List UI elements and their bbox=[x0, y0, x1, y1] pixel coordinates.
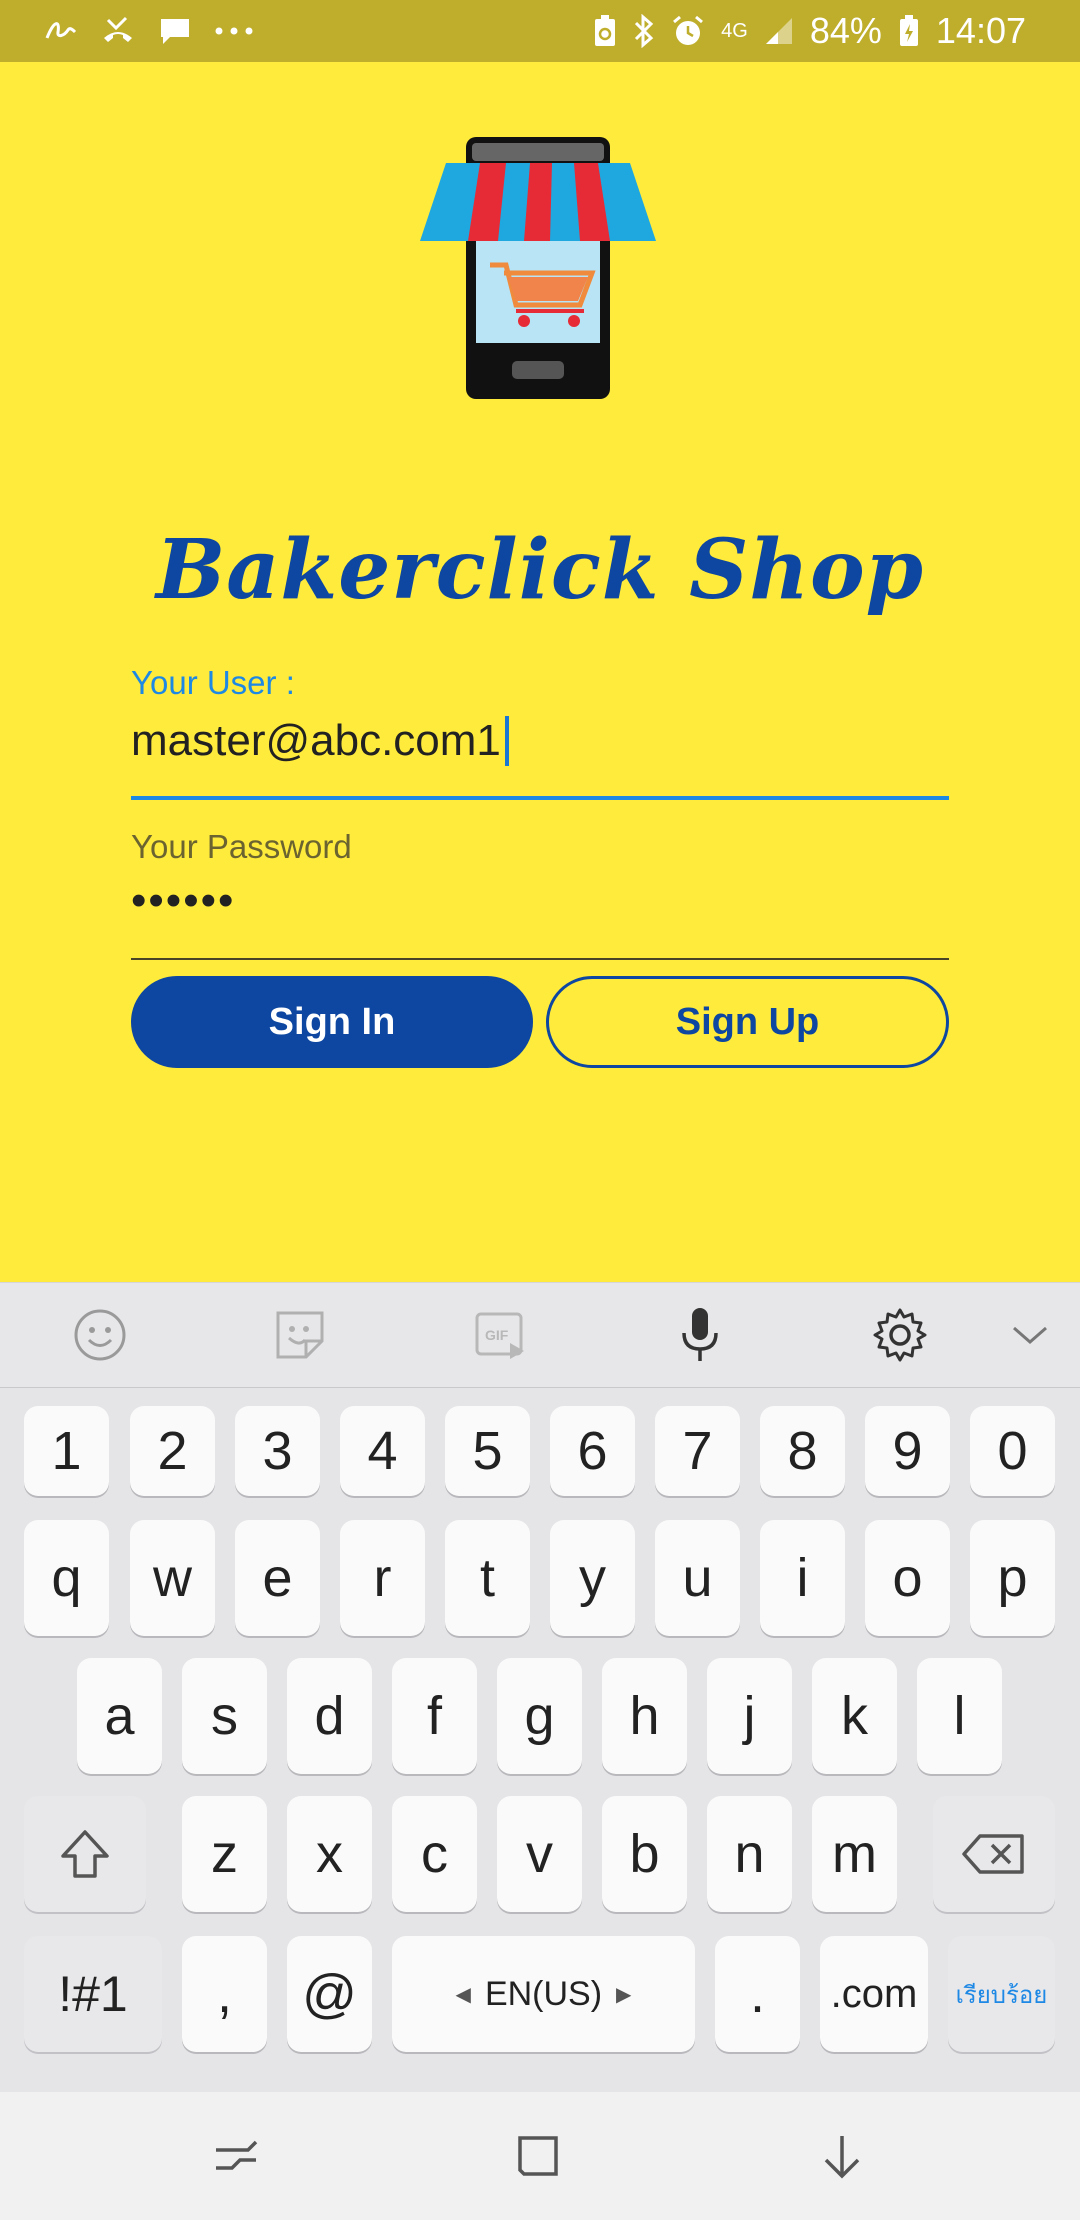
key-z[interactable]: z bbox=[182, 1796, 267, 1912]
key-i[interactable]: i bbox=[760, 1520, 845, 1636]
key-w[interactable]: w bbox=[130, 1520, 215, 1636]
key-k[interactable]: k bbox=[812, 1658, 897, 1774]
shift-key[interactable] bbox=[24, 1796, 146, 1912]
user-underline bbox=[131, 796, 949, 800]
key-p[interactable]: p bbox=[970, 1520, 1055, 1636]
period-key[interactable]: . bbox=[715, 1936, 800, 2052]
app-title: Bakerclick Shop bbox=[155, 522, 924, 618]
key-1[interactable]: 1 bbox=[24, 1406, 109, 1496]
emoji-icon[interactable] bbox=[70, 1305, 130, 1365]
comma-key[interactable]: , bbox=[182, 1936, 267, 2052]
key-2[interactable]: 2 bbox=[130, 1406, 215, 1496]
password-underline bbox=[131, 958, 949, 960]
key-q[interactable]: q bbox=[24, 1520, 109, 1636]
key-v[interactable]: v bbox=[497, 1796, 582, 1912]
recycle-battery-icon bbox=[593, 14, 617, 48]
language-left-icon: ◀ bbox=[455, 1983, 471, 2006]
symbols-key[interactable]: !#1 bbox=[24, 1936, 162, 2052]
sign-in-button[interactable]: Sign In bbox=[131, 976, 533, 1068]
at-key[interactable]: @ bbox=[287, 1936, 372, 2052]
microphone-icon[interactable] bbox=[670, 1305, 730, 1365]
message-icon bbox=[158, 16, 192, 46]
clock: 14:07 bbox=[935, 10, 1026, 51]
dotcom-key[interactable]: .com bbox=[820, 1936, 928, 2052]
key-l[interactable]: l bbox=[917, 1658, 1002, 1774]
back-icon[interactable] bbox=[812, 2126, 872, 2186]
key-f[interactable]: f bbox=[392, 1658, 477, 1774]
home-icon[interactable] bbox=[508, 2126, 568, 2186]
key-7[interactable]: 7 bbox=[655, 1406, 740, 1496]
text-cursor bbox=[504, 716, 509, 766]
language-right-icon: ▶ bbox=[616, 1983, 632, 2006]
key-x[interactable]: x bbox=[287, 1796, 372, 1912]
alarm-icon bbox=[671, 14, 705, 48]
done-key[interactable]: เรียบร้อย bbox=[948, 1936, 1055, 2052]
key-e[interactable]: e bbox=[235, 1520, 320, 1636]
more-icon bbox=[214, 26, 254, 36]
password-input[interactable]: •••••• bbox=[131, 876, 949, 926]
user-input[interactable]: master@abc.com1 bbox=[131, 716, 949, 766]
svg-text:GIF: GIF bbox=[485, 1327, 509, 1343]
backspace-icon bbox=[962, 1834, 1024, 1874]
keyboard-toolbar: GIF bbox=[0, 1282, 1080, 1389]
key-d[interactable]: d bbox=[287, 1658, 372, 1774]
backspace-key[interactable] bbox=[933, 1796, 1055, 1912]
key-n[interactable]: n bbox=[707, 1796, 792, 1912]
key-t[interactable]: t bbox=[445, 1520, 530, 1636]
recent-apps-icon[interactable] bbox=[206, 2126, 266, 2186]
key-5[interactable]: 5 bbox=[445, 1406, 530, 1496]
key-6[interactable]: 6 bbox=[550, 1406, 635, 1496]
shop-logo bbox=[420, 137, 656, 407]
password-input-value: •••••• bbox=[131, 876, 236, 925]
user-label: Your User : bbox=[131, 664, 295, 701]
key-r[interactable]: r bbox=[340, 1520, 425, 1636]
sign-up-button[interactable]: Sign Up bbox=[546, 976, 949, 1068]
key-3[interactable]: 3 bbox=[235, 1406, 320, 1496]
bluetooth-icon bbox=[633, 14, 655, 48]
key-8[interactable]: 8 bbox=[760, 1406, 845, 1496]
sticker-icon[interactable] bbox=[270, 1305, 330, 1365]
key-m[interactable]: m bbox=[812, 1796, 897, 1912]
key-9[interactable]: 9 bbox=[865, 1406, 950, 1496]
key-h[interactable]: h bbox=[602, 1658, 687, 1774]
key-y[interactable]: y bbox=[550, 1520, 635, 1636]
key-u[interactable]: u bbox=[655, 1520, 740, 1636]
key-o[interactable]: o bbox=[865, 1520, 950, 1636]
login-screen: Bakerclick Shop Your User : master@abc.c… bbox=[0, 62, 1080, 1282]
space-key[interactable]: ◀ EN(US) ▶ bbox=[392, 1936, 695, 2052]
keyboard: 1 2 3 4 5 6 7 8 9 0 q w e r t y u i o p … bbox=[0, 1388, 1080, 2092]
key-c[interactable]: c bbox=[392, 1796, 477, 1912]
signature-icon bbox=[44, 16, 78, 46]
key-0[interactable]: 0 bbox=[970, 1406, 1055, 1496]
key-b[interactable]: b bbox=[602, 1796, 687, 1912]
shift-icon bbox=[61, 1830, 109, 1878]
gif-icon[interactable]: GIF bbox=[470, 1305, 530, 1365]
key-j[interactable]: j bbox=[707, 1658, 792, 1774]
battery-charging-icon bbox=[898, 14, 920, 48]
key-g[interactable]: g bbox=[497, 1658, 582, 1774]
network-4g-icon: 4G bbox=[721, 20, 748, 42]
navigation-bar bbox=[0, 2092, 1080, 2220]
password-label: Your Password bbox=[131, 828, 352, 865]
settings-icon[interactable] bbox=[870, 1305, 930, 1365]
user-input-value: master@abc.com1 bbox=[131, 716, 501, 765]
key-4[interactable]: 4 bbox=[340, 1406, 425, 1496]
missed-call-icon bbox=[100, 16, 136, 46]
key-s[interactable]: s bbox=[182, 1658, 267, 1774]
status-bar: 4G 84% 14:07 bbox=[0, 0, 1080, 62]
key-a[interactable]: a bbox=[77, 1658, 162, 1774]
language-label: EN(US) bbox=[484, 1974, 603, 2013]
collapse-icon[interactable] bbox=[1000, 1305, 1060, 1365]
signal-icon bbox=[764, 16, 794, 46]
battery-percent: 84% bbox=[809, 10, 882, 51]
